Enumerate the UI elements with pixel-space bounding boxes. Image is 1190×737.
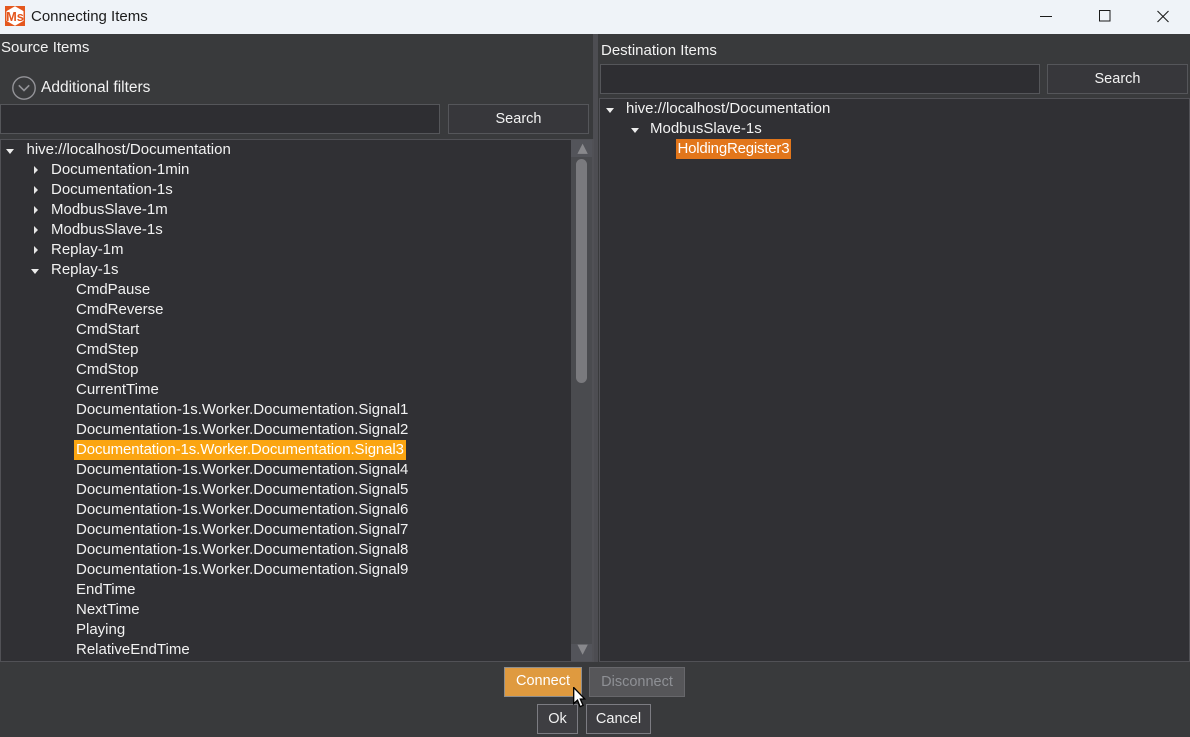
svg-text:Ms: Ms: [6, 9, 24, 24]
